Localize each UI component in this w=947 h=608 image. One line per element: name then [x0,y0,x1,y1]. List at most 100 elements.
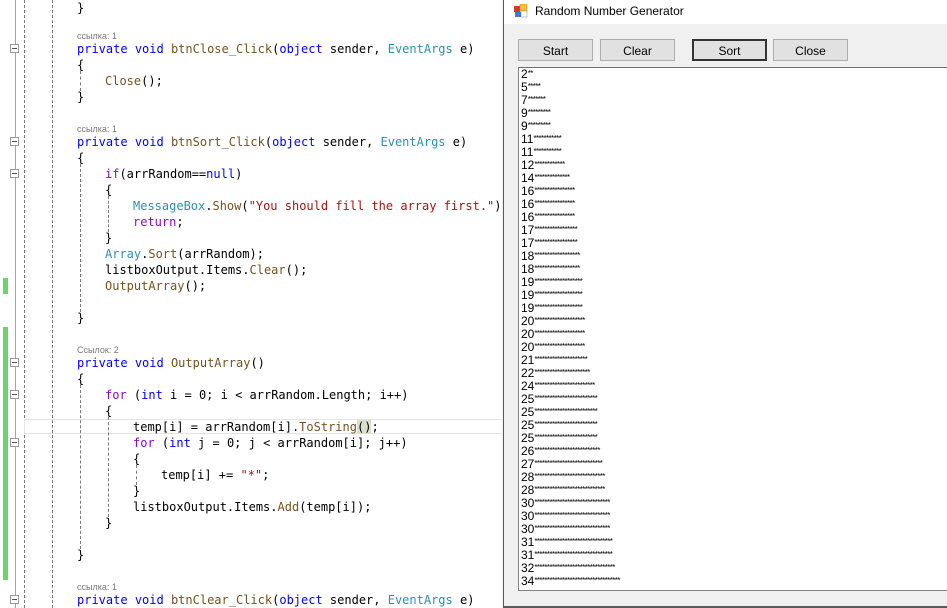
list-item-stars: ************ [534,160,565,169]
list-item[interactable]: 34********************************** [519,575,947,588]
sort-button[interactable]: Sort [692,39,767,61]
list-item[interactable]: 2** [519,68,947,81]
list-item-number: 26 [521,444,535,458]
list-item-number: 5 [521,80,528,94]
list-item[interactable]: 5***** [519,81,947,94]
close-button[interactable]: Close [773,39,848,61]
list-item-number: 19 [521,275,535,289]
list-item[interactable]: 27*************************** [519,458,947,471]
list-item[interactable]: 14************** [519,172,947,185]
list-item[interactable]: 16**************** [519,198,947,211]
collapse-toggle-icon[interactable] [10,390,19,399]
list-item-number: 25 [521,405,535,419]
code-token: void [134,42,164,56]
list-item[interactable]: 26************************** [519,445,947,458]
code-token: temp[i] += [161,468,241,482]
collapse-toggle-icon[interactable] [10,44,19,53]
list-item[interactable]: 11*********** [519,133,947,146]
code-token: } [105,516,113,530]
code-token: { [105,404,113,418]
list-item[interactable]: 20******************** [519,328,947,341]
list-item[interactable]: 25************************* [519,419,947,432]
list-item[interactable]: 30****************************** [519,523,947,536]
code-editor[interactable]: } ссылка: 1 private void btnClose_Click(ob… [0,0,510,608]
code-token: i = 0; i < arrRandom.Length; i++) [162,388,409,402]
clear-button[interactable]: Clear [600,39,675,61]
list-item[interactable]: 16**************** [519,185,947,198]
list-item-stars: ******************************* [534,550,613,559]
list-item[interactable]: 7******* [519,94,947,107]
start-button[interactable]: Start [518,39,593,61]
list-item-stars: **************************** [534,485,605,494]
list-item-stars: ************************ [534,381,595,390]
collapse-toggle-icon[interactable] [10,438,19,447]
list-item[interactable]: 30****************************** [519,497,947,510]
list-item[interactable]: 12************ [519,159,947,172]
list-item-stars: ******************* [534,303,583,312]
list-item[interactable]: 18****************** [519,263,947,276]
list-item[interactable]: 19******************* [519,289,947,302]
code-token: (arrRandom== [119,167,207,181]
code-line: OutputArray(); [105,278,206,294]
list-item[interactable]: 11*********** [519,146,947,159]
list-item[interactable]: 17***************** [519,237,947,250]
list-item[interactable]: 31******************************* [519,536,947,549]
list-item[interactable]: 20******************** [519,341,947,354]
collapse-toggle-icon[interactable] [10,595,19,604]
code-token: listboxOutput.Items. [133,500,278,514]
list-item-number: 11 [521,145,534,159]
collapse-toggle-icon[interactable] [10,358,19,367]
list-item-stars: ******************** [534,329,585,338]
code-token: Add [277,500,300,514]
list-item[interactable]: 24************************ [519,380,947,393]
window-title: Random Number Generator [535,4,684,18]
code-token: Array [105,247,142,261]
list-item[interactable]: 19******************* [519,302,947,315]
list-item[interactable]: 18****************** [519,250,947,263]
list-item[interactable]: 9********* [519,107,947,120]
list-item[interactable]: 28**************************** [519,471,947,484]
list-item[interactable]: 28**************************** [519,484,947,497]
list-item-stars: ****************************** [534,498,610,507]
code-token: Show [212,199,242,213]
list-item-number: 9 [521,119,528,133]
code-token: ( [154,436,170,450]
collapse-toggle-icon[interactable] [10,169,19,178]
list-item-number: 2 [521,67,528,81]
list-item[interactable]: 25************************* [519,406,947,419]
list-item[interactable]: 9********* [519,120,947,133]
list-item-number: 31 [521,535,535,549]
list-item[interactable]: 19******************* [519,276,947,289]
list-item-number: 18 [521,262,535,276]
code-line: } [77,0,84,16]
list-item[interactable]: 32******************************** [519,562,947,575]
list-item-stars: ******************************** [534,563,615,572]
list-item[interactable]: 16**************** [519,211,947,224]
list-item[interactable]: 20******************** [519,315,947,328]
collapse-toggle-icon[interactable] [10,137,19,146]
list-item-number: 28 [521,483,535,497]
list-item[interactable]: 17***************** [519,224,947,237]
code-line: listboxOutput.Items.Clear(); [105,262,307,278]
list-item[interactable]: 22********************** [519,367,947,380]
list-item[interactable]: 25************************* [519,393,947,406]
code-line: if(arrRandom==null) [105,166,242,182]
list-item[interactable]: 25************************* [519,432,947,445]
output-listbox[interactable]: 2** 5***** 7******* 9********* 9********* 11*… [518,67,947,591]
list-item-number: 20 [521,340,535,354]
change-marker [3,278,8,294]
list-item[interactable]: 30****************************** [519,510,947,523]
code-token: EventArgs [387,593,453,607]
code-token: int [169,436,191,450]
code-token: for [133,436,155,450]
list-item[interactable]: 21********************* [519,354,947,367]
title-bar[interactable]: Random Number Generator [504,0,947,24]
list-item[interactable]: 31******************************* [519,549,947,562]
code-token: btnClose_Click [170,42,273,56]
list-item-number: 21 [521,353,535,367]
code-token: { [77,372,85,386]
code-line: Array.Sort(arrRandom); [105,246,264,262]
code-token: (); [285,263,308,277]
